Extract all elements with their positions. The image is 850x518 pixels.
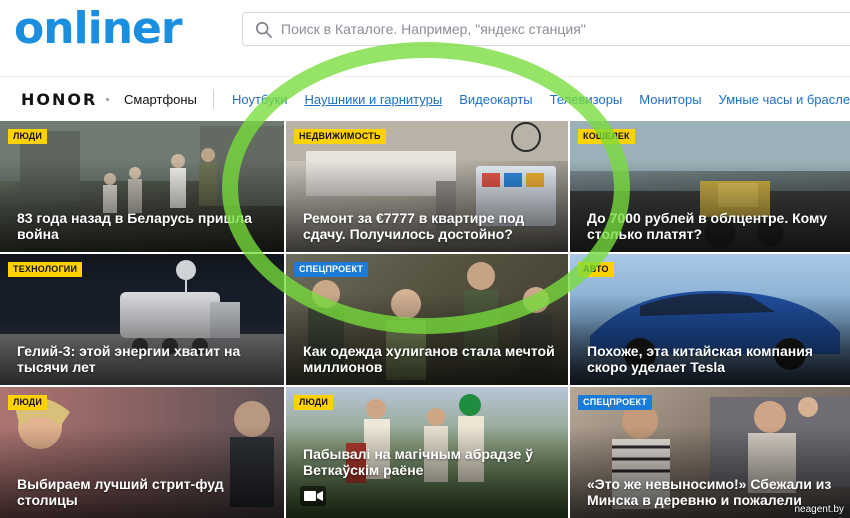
nav-links: Ноутбуки Наушники и гарнитуры Видеокарты… — [232, 92, 850, 107]
search-icon — [255, 21, 273, 39]
news-title[interactable]: До 7000 рублей в облцентре. Кому столько… — [587, 210, 840, 242]
news-tile[interactable]: НЕДВИЖИМОСТЬ Ремонт за €7777 в квартире … — [286, 121, 568, 252]
catalog-search[interactable] — [242, 12, 850, 46]
news-tile[interactable]: СПЕЦПРОЕКТ «Это же невыносимо!» Сбежали … — [570, 387, 850, 518]
nav-link-graphics-cards[interactable]: Видеокарты — [459, 92, 532, 107]
news-title[interactable]: Похоже, эта китайская компания скоро уде… — [587, 343, 840, 375]
news-tile[interactable]: АВТО Похоже, эта китайская компания скор… — [570, 254, 850, 385]
news-tile[interactable]: ЛЮДИ Выбираем лучший стрит-фуд столицы — [0, 387, 284, 518]
nav-link-laptops[interactable]: Ноутбуки — [232, 92, 288, 107]
category-badge[interactable]: ЛЮДИ — [8, 129, 48, 144]
category-badge[interactable]: СПЕЦПРОЕКТ — [578, 395, 653, 410]
nav-link-monitors[interactable]: Мониторы — [639, 92, 701, 107]
news-grid: ЛЮДИ 83 года назад в Беларусь пришла вой… — [0, 121, 850, 518]
site-logo[interactable]: onliner — [14, 4, 183, 54]
category-badge[interactable]: ЛЮДИ — [294, 395, 334, 410]
nav-link-headphones[interactable]: Наушники и гарнитуры — [305, 92, 443, 107]
search-input[interactable] — [281, 13, 841, 45]
category-badge[interactable]: АВТО — [578, 262, 614, 277]
category-badge[interactable]: ТЕХНОЛОГИИ — [8, 262, 83, 277]
category-badge[interactable]: ЛЮДИ — [8, 395, 48, 410]
brand-dot — [106, 98, 109, 101]
category-badge[interactable]: СПЕЦПРОЕКТ — [294, 262, 369, 277]
category-badge[interactable]: НЕДВИЖИМОСТЬ — [294, 129, 386, 144]
video-camera-icon — [300, 486, 326, 506]
nav-link-tvs[interactable]: Телевизоры — [550, 92, 623, 107]
category-nav: HONOR Смартфоны Ноутбуки Наушники и гарн… — [0, 76, 850, 121]
news-tile[interactable]: ТЕХНОЛОГИИ Гелий-3: этой энергии хватит … — [0, 254, 284, 385]
news-tile[interactable]: КОШЕЛЕК До 7000 рублей в облцентре. Кому… — [570, 121, 850, 252]
brand-logo-honor[interactable]: HONOR — [21, 90, 97, 109]
news-tile[interactable]: СПЕЦПРОЕКТ Как одежда хулиганов стала ме… — [286, 254, 568, 385]
nav-divider — [213, 89, 214, 109]
category-badge[interactable]: КОШЕЛЕК — [578, 129, 635, 144]
site-header: onliner — [0, 0, 850, 76]
news-title[interactable]: Как одежда хулиганов стала мечтой миллио… — [303, 343, 558, 375]
news-title[interactable]: Пабывалі на магічным абрадзе ў Веткаўскі… — [303, 446, 558, 478]
news-tile[interactable]: ЛЮДИ Пабывалі на магічным абрадзе ў Ветк… — [286, 387, 568, 518]
news-title[interactable]: 83 года назад в Беларусь пришла война — [17, 210, 274, 242]
watermark-text: neagent.by — [794, 504, 845, 515]
news-title[interactable]: Ремонт за €7777 в квартире под сдачу. По… — [303, 210, 558, 242]
nav-link-smartwatches[interactable]: Умные часы и браслеты — [719, 92, 850, 107]
news-title[interactable]: Выбираем лучший стрит-фуд столицы — [17, 476, 274, 508]
page: onliner HONOR Смартфоны Ноутбуки Наушник… — [0, 0, 850, 518]
news-title[interactable]: Гелий-3: этой энергии хватит на тысячи л… — [17, 343, 274, 375]
news-tile[interactable]: ЛЮДИ 83 года назад в Беларусь пришла вой… — [0, 121, 284, 252]
brand-category-link[interactable]: Смартфоны — [124, 92, 197, 107]
